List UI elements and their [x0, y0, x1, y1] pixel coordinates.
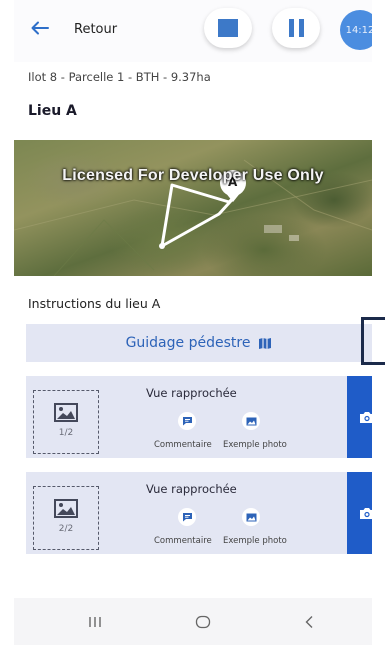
photo-count: 2/2 [58, 524, 74, 534]
arrow-left-icon [31, 21, 49, 35]
stop-icon [218, 19, 238, 37]
comment-button[interactable] [178, 508, 196, 526]
recent-apps-button[interactable] [80, 612, 110, 632]
recent-apps-icon [89, 617, 101, 627]
top-bar: Retour 14:12 [14, 0, 372, 62]
camera-icon [359, 411, 372, 423]
example-photo-label: Exemple photo [223, 440, 287, 450]
system-back-button[interactable] [294, 612, 324, 632]
page-title: Lieu A [28, 103, 77, 119]
comment-label: Commentaire [154, 440, 212, 450]
camera-icon [359, 507, 372, 519]
map-overlay [14, 159, 372, 276]
map-icon [259, 337, 272, 349]
comment-label: Commentaire [154, 536, 212, 546]
example-photo-button[interactable] [242, 508, 260, 526]
stop-button[interactable] [204, 8, 252, 48]
system-navigation-bar [14, 598, 372, 645]
instructions-label: Instructions du lieu A [28, 296, 161, 311]
walking-guidance-button[interactable]: Guidage pédestre [26, 324, 372, 362]
camera-button[interactable] [347, 472, 372, 554]
map-watermark: Licensed For Developer Use Only [62, 167, 324, 184]
pause-icon [288, 19, 304, 37]
walking-guidance-label: Guidage pédestre [125, 335, 251, 351]
back-label[interactable]: Retour [74, 22, 117, 37]
example-photo-label: Exemple photo [223, 536, 287, 546]
pause-button[interactable] [272, 8, 320, 48]
comment-button[interactable] [178, 412, 196, 430]
map-view[interactable]: A Licensed For Developer Use Only [14, 140, 372, 276]
image-icon [246, 513, 256, 521]
image-icon [246, 417, 256, 425]
app-screen: Retour 14:12 Ilot 8 - Parcelle 1 - BTH -… [14, 0, 372, 645]
camera-button[interactable] [347, 376, 372, 458]
home-icon [195, 615, 211, 629]
photo-card: 2/2 Vue rapprochée Commentaire Exemple p… [26, 472, 372, 554]
photo-count: 1/2 [58, 428, 74, 438]
image-icon [54, 403, 78, 422]
home-button[interactable] [188, 612, 218, 632]
parcel-point [159, 243, 165, 249]
photo-card: 1/2 Vue rapprochée Commentaire Exemple p… [26, 376, 372, 458]
timer-badge: 14:12 [340, 10, 372, 50]
photo-slot[interactable]: 2/2 [33, 486, 99, 550]
image-icon [54, 499, 78, 518]
comment-icon [182, 417, 192, 426]
card-title: Vue rapprochée [146, 482, 237, 496]
photo-slot[interactable]: 1/2 [33, 390, 99, 454]
card-title: Vue rapprochée [146, 386, 237, 400]
back-button[interactable] [28, 16, 52, 40]
example-photo-button[interactable] [242, 412, 260, 430]
chevron-left-icon [305, 616, 313, 628]
comment-icon [182, 513, 192, 522]
parcel-subtitle: Ilot 8 - Parcelle 1 - BTH - 9.37ha [28, 70, 211, 84]
selection-frame [361, 317, 385, 365]
